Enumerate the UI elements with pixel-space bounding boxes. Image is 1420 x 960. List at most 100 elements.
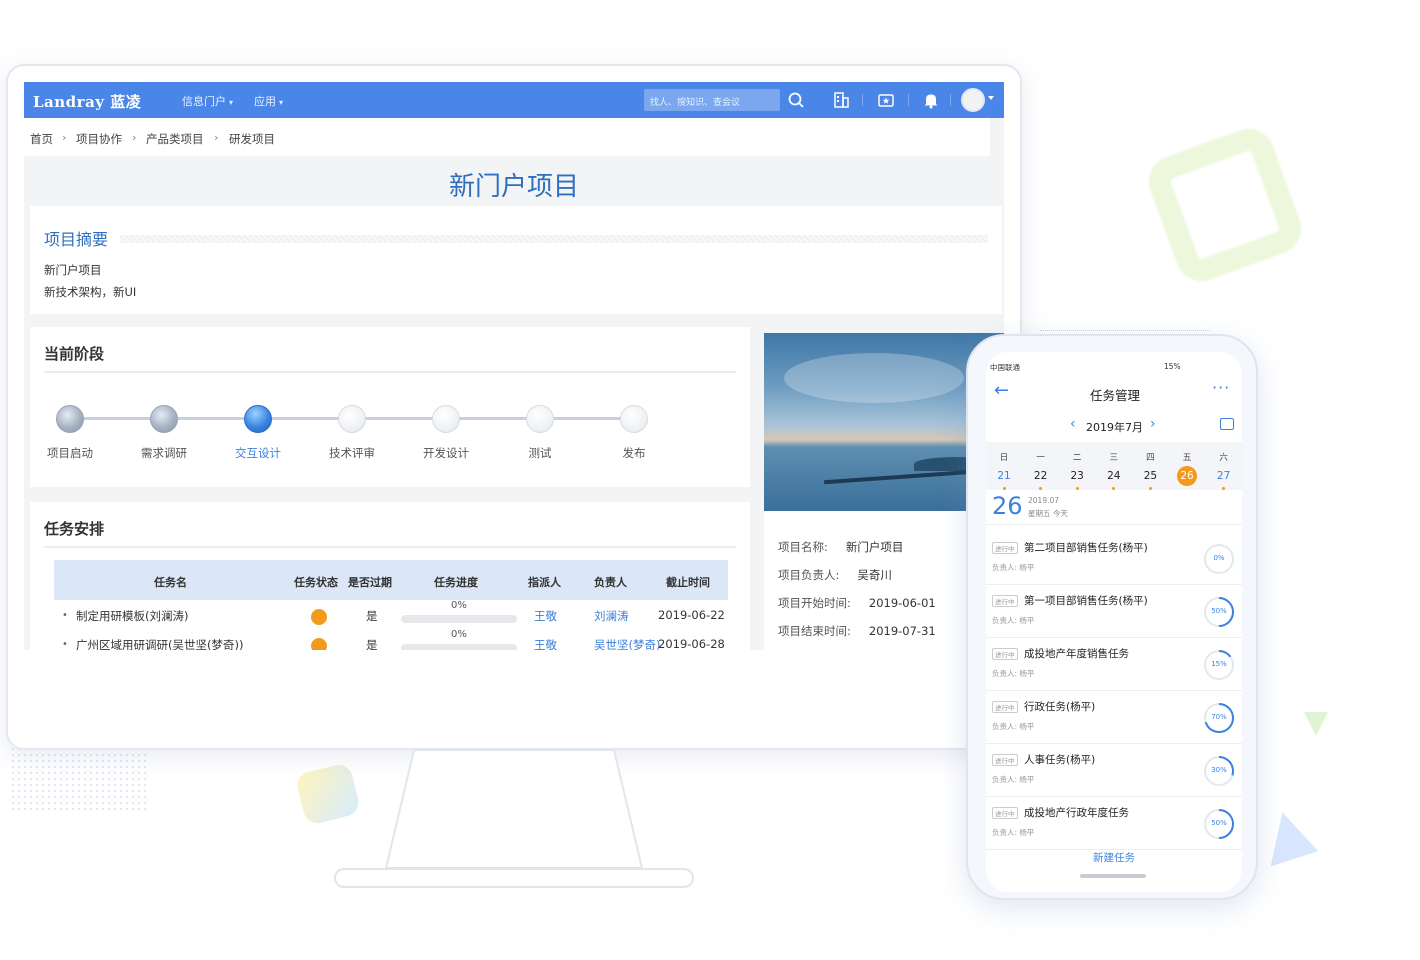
section-divider <box>44 546 736 548</box>
back-arrow-icon[interactable]: ← <box>994 380 1009 401</box>
event-marker <box>1002 487 1006 490</box>
calendar-day[interactable]: 22 <box>1029 470 1053 482</box>
task-status-dot <box>311 609 327 625</box>
column-header: 任务状态 <box>294 576 338 589</box>
landray-logo[interactable]: Landray 蓝凌 <box>33 91 141 112</box>
calendar-day[interactable]: 26 <box>1177 466 1197 486</box>
stage-node[interactable] <box>620 405 648 433</box>
section-divider <box>44 371 736 373</box>
mobile-task-owner: 负责人: 杨平 <box>992 563 1035 572</box>
more-icon[interactable]: ··· <box>1212 378 1230 397</box>
next-month-icon[interactable]: › <box>1150 416 1156 432</box>
breadcrumb-home[interactable]: 首页 <box>30 131 53 147</box>
calendar-day[interactable]: 21 <box>992 470 1016 482</box>
assigner-link[interactable]: 王敬 <box>534 637 557 650</box>
decorative-small-triangle <box>1304 712 1328 736</box>
mobile-task-item[interactable]: 进行中 人事任务(杨平) 负责人: 杨平 30% <box>986 744 1242 797</box>
stage-label[interactable]: 测试 <box>500 445 580 461</box>
progress-percent: 15% <box>1211 660 1227 668</box>
weekday-label: 一 <box>1036 453 1045 463</box>
new-task-button[interactable]: 新建任务 <box>986 850 1242 865</box>
mobile-task-owner: 负责人: 杨平 <box>992 616 1035 625</box>
weekday-label: 二 <box>1072 453 1082 463</box>
stage-label[interactable]: 项目启动 <box>30 445 110 461</box>
stage-node[interactable] <box>526 405 554 433</box>
progress-percent: 70% <box>1211 713 1227 721</box>
calendar-day[interactable]: 25 <box>1138 470 1162 482</box>
info-row: 项目结束时间: 2019-07-31 <box>778 623 936 639</box>
bullet-icon: • <box>62 639 68 650</box>
building-icon[interactable] <box>832 91 850 109</box>
table-row[interactable]: • 广州区域用研调研(吴世坚(梦奇)) 是 王敬 吴世坚(梦奇) 2019-06-28 0% <box>54 629 728 650</box>
calendar-day[interactable]: 27 <box>1212 470 1236 482</box>
table-row[interactable]: • 制定用研模板(刘澜涛) 是 王敬 刘澜涛 2019-06-22 0% <box>54 600 728 630</box>
top-navbar: Landray 蓝凌 信息门户 ▾ 应用 ▾ 找人、搜知识、查会议 <box>24 82 1004 118</box>
phone-screen: 中国联通 15% ← 任务管理 ··· ‹ 2019年7月 › 日 21 一 22 二 2… <box>986 352 1242 892</box>
stage: Landray 蓝凌 信息门户 ▾ 应用 ▾ 找人、搜知识、查会议 首页 › 项… <box>0 0 1420 960</box>
chevron-right-icon: › <box>62 131 67 144</box>
info-value: 2019-07-31 <box>868 624 936 638</box>
mobile-page-title: 任务管理 <box>1090 388 1141 403</box>
breadcrumb-rd-projects[interactable]: 研发项目 <box>229 131 275 147</box>
mobile-task-item[interactable]: 进行中 第一项目部销售任务(杨平) 负责人: 杨平 50% <box>986 585 1242 638</box>
chevron-down-icon[interactable] <box>988 96 994 100</box>
progress-percent: 50% <box>1211 819 1227 827</box>
mobile-task-item[interactable]: 进行中 成投地产年度销售任务 负责人: 杨平 15% <box>986 638 1242 691</box>
starred-folder-icon[interactable] <box>877 91 895 109</box>
task-section-title: 任务安排 <box>44 520 105 538</box>
stage-node[interactable] <box>338 405 366 433</box>
info-label: 项目负责人: <box>778 568 840 582</box>
list-view-icon[interactable] <box>1220 418 1234 430</box>
decorative-triangle <box>1255 805 1319 867</box>
summary-card: 项目摘要 新门户项目 新技术架构，新UI <box>30 206 1002 314</box>
mobile-task-item[interactable]: 进行中 成投地产行政年度任务 负责人: 杨平 50% <box>986 797 1242 850</box>
nav-apps[interactable]: 应用 ▾ <box>254 93 283 109</box>
search-icon[interactable] <box>781 89 811 111</box>
assigner-link[interactable]: 王敬 <box>534 608 557 624</box>
stage-label[interactable]: 技术评审 <box>312 445 392 461</box>
nav-info-portal[interactable]: 信息门户 ▾ <box>182 93 233 109</box>
mobile-task-name: 行政任务(杨平) <box>1024 701 1096 713</box>
task-card: 任务安排 任务名 任务状态 是否过期 任务进度 指派人 负责人 截止时间 • 制定… <box>30 502 750 650</box>
info-label: 项目结束时间: <box>778 624 851 638</box>
mobile-task-owner: 负责人: 杨平 <box>992 722 1035 731</box>
calendar-day[interactable]: 24 <box>1102 470 1126 482</box>
status-badge: 进行中 <box>992 701 1018 713</box>
nav-info-portal-label: 信息门户 <box>182 95 226 108</box>
stage-node[interactable] <box>150 405 178 433</box>
mobile-task-item[interactable]: 进行中 第二项目部销售任务(杨平) 负责人: 杨平 0% <box>986 532 1242 585</box>
toolbar-divider <box>908 94 909 106</box>
column-header: 截止时间 <box>666 576 710 589</box>
info-row: 项目名称: 新门户项目 <box>778 539 903 555</box>
prev-month-icon[interactable]: ‹ <box>1070 416 1076 432</box>
mobile-task-item[interactable]: 进行中 行政任务(杨平) 负责人: 杨平 70% <box>986 691 1242 744</box>
column-header: 任务名 <box>154 576 187 589</box>
stage-label[interactable]: 需求调研 <box>124 445 204 461</box>
owner-link[interactable]: 吴世坚(梦奇) <box>594 637 660 650</box>
bell-icon[interactable] <box>922 91 940 109</box>
event-marker <box>1222 487 1226 490</box>
cover-cloud <box>784 353 964 403</box>
stage-node[interactable] <box>56 405 84 433</box>
search-input[interactable]: 找人、搜知识、查会议 <box>644 89 780 111</box>
deadline: 2019-06-22 <box>658 608 725 622</box>
breadcrumb-product-projects[interactable]: 产品类项目 <box>146 131 204 147</box>
stage-node[interactable] <box>432 405 460 433</box>
selected-day: 26 <box>992 492 1023 520</box>
stage-node[interactable] <box>244 405 272 433</box>
info-value: 新门户项目 <box>845 540 904 554</box>
calendar-day[interactable]: 23 <box>1065 470 1089 482</box>
cover-pier <box>824 469 974 485</box>
stage-label[interactable]: 发布 <box>594 445 674 461</box>
overdue-flag: 是 <box>366 609 378 623</box>
stage-label[interactable]: 交互设计 <box>218 445 298 461</box>
owner-link[interactable]: 刘澜涛 <box>594 608 629 624</box>
mobile-task-name: 成投地产行政年度任务 <box>1024 807 1129 819</box>
breadcrumb-project-collab[interactable]: 项目协作 <box>76 131 122 147</box>
info-value: 吴奇川 <box>857 568 892 582</box>
stage-section-title: 当前阶段 <box>44 345 105 363</box>
user-avatar[interactable] <box>961 88 985 112</box>
stage-label[interactable]: 开发设计 <box>406 445 486 461</box>
decorative-square <box>1141 121 1309 289</box>
task-progress-bar <box>401 615 517 623</box>
